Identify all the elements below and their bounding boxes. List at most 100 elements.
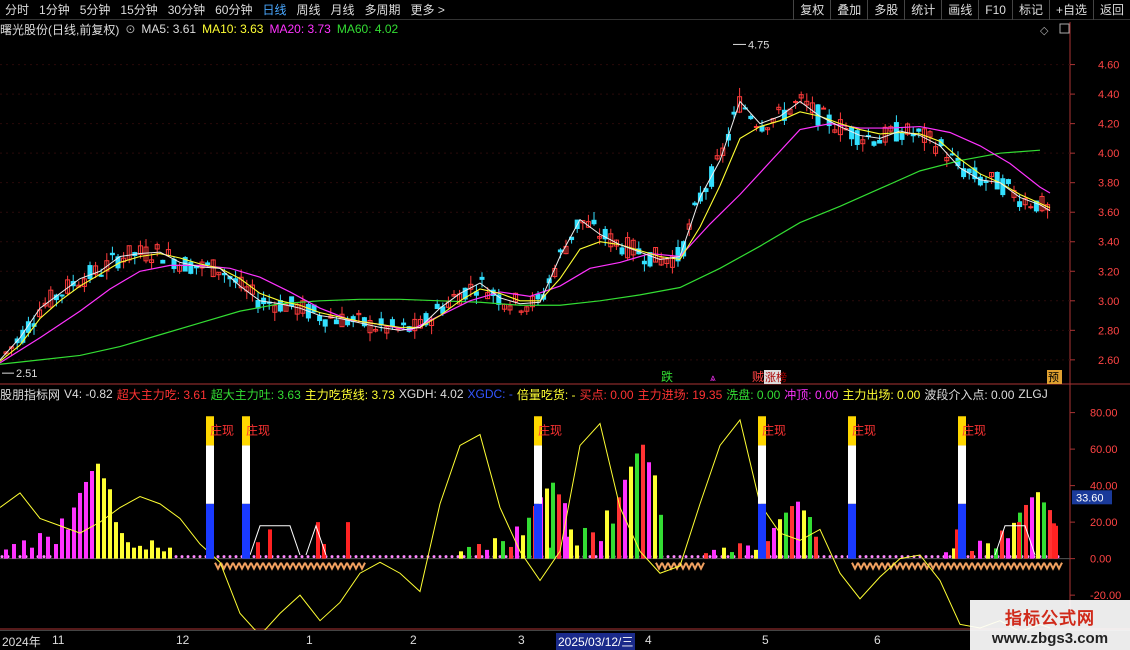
zhuangxian-yellow-0 (206, 416, 214, 446)
tool-button-4[interactable]: 画线 (941, 0, 978, 20)
zero-dot (144, 555, 148, 559)
ma20-line (0, 123, 1051, 364)
candle-body (888, 126, 894, 132)
zlgj-mark (226, 562, 234, 571)
zero-dot (390, 555, 394, 559)
zero-dot (504, 555, 508, 559)
candle-body (524, 306, 530, 312)
tool-button-7[interactable]: +自选 (1048, 0, 1093, 20)
indicator-bar (1048, 510, 1052, 559)
zero-dot (264, 555, 268, 559)
zero-dot (54, 555, 58, 559)
indicator-bar (485, 549, 489, 559)
candle-body (569, 236, 575, 241)
candle-body (81, 278, 87, 287)
candle-body (977, 176, 983, 186)
candle-body (681, 241, 687, 257)
time-tick-4: 2 (410, 633, 417, 647)
indicator-bar (54, 544, 58, 559)
zero-dot (492, 555, 496, 559)
zero-dot (402, 555, 406, 559)
indicator-name[interactable]: 股朋指标网 (0, 386, 60, 403)
tool-button-6[interactable]: 标记 (1011, 0, 1049, 20)
chart-canvas[interactable]: 2.60 2.80 3.00 3.20 3.40 3.60 3.80 4.00 4.20 4.40… (0, 0, 1130, 650)
indicator-bar (575, 545, 579, 559)
zhuangxian-blue-4 (848, 503, 856, 559)
stock-name[interactable]: 曙光股份(日线,前复权) (0, 21, 119, 38)
candle-body (1045, 204, 1051, 211)
tab-period-2[interactable]: 5分钟 (75, 1, 116, 18)
zhuangxian-blue-1 (242, 503, 250, 559)
indicator-info-line: 股朋指标网 V4: -0.82 超大主力吃: 3.61 超大主力吐: 3.63 主力吃… (0, 386, 1052, 402)
zero-dot (162, 555, 166, 559)
candle-body (249, 284, 255, 295)
indicator-bar (563, 503, 567, 559)
tool-button-8[interactable]: 返回 (1092, 0, 1130, 20)
zero-dot (960, 555, 964, 559)
tab-period-5[interactable]: 60分钟 (210, 1, 257, 18)
tab-period-8[interactable]: 月线 (326, 1, 360, 18)
indicator-red-bar-7 (1054, 525, 1058, 559)
tab-period-6[interactable]: 日线 (257, 1, 291, 18)
candle-body (664, 258, 670, 265)
indicator-label-3: 主力吃货线: 3.73 (304, 387, 395, 402)
indicator-bar (545, 488, 549, 559)
tab-period-3[interactable]: 15分钟 (115, 1, 162, 18)
candle-body (798, 94, 804, 99)
zlgj-mark (1049, 562, 1057, 571)
tab-period-7[interactable]: 周线 (291, 1, 325, 18)
tool-button-0[interactable]: 复权 (793, 0, 830, 20)
zhuangxian-white-2 (534, 445, 542, 504)
candle-body (720, 147, 726, 156)
zero-dot (756, 555, 760, 559)
chevron-down-icon[interactable]: ⊙ (125, 22, 135, 36)
candle-body (31, 323, 37, 327)
indicator-bar (617, 497, 621, 559)
zero-dot (642, 555, 646, 559)
tab-period-9[interactable]: 多周期 (360, 1, 406, 18)
zlgj-mark (679, 562, 687, 571)
zero-dot (204, 555, 208, 559)
white-step-line-0 (249, 525, 301, 556)
main-ytick-label-3: 3.20 (1098, 266, 1119, 278)
zero-dot (450, 555, 454, 559)
tool-button-1[interactable]: 叠加 (830, 0, 867, 20)
tab-period-10[interactable]: 更多 > (406, 1, 450, 18)
tool-button-3[interactable]: 统计 (904, 0, 941, 20)
zero-dot (180, 555, 184, 559)
candle-body (602, 228, 608, 240)
tool-buttons: 复权 叠加 多股 统计 画线 F10 标记 +自选 返回 (793, 0, 1130, 20)
zero-dot (240, 555, 244, 559)
tab-period-1[interactable]: 1分钟 (34, 1, 75, 18)
candle-body (669, 255, 675, 268)
zlgj-mark (1037, 562, 1045, 571)
candle-body (1005, 179, 1011, 185)
zhulijinchang-bar (1052, 523, 1056, 559)
zero-dot (840, 555, 844, 559)
candle-body (809, 102, 815, 114)
tool-button-2[interactable]: 多股 (867, 0, 904, 20)
zero-dot (948, 555, 952, 559)
tool-button-5[interactable]: F10 (978, 0, 1012, 20)
candle-body (686, 223, 692, 230)
indicator-bar (802, 510, 806, 559)
zlgj-mark (262, 562, 270, 571)
ma10-line (0, 111, 1051, 362)
tab-period-0[interactable]: 分时 (0, 1, 34, 18)
zero-dot (864, 555, 868, 559)
zero-dot (576, 555, 580, 559)
zlgj-mark (1007, 562, 1015, 571)
indicator-bar (970, 550, 974, 559)
candle-body (815, 104, 821, 126)
zero-dot (102, 555, 106, 559)
time-tick-5: 3 (518, 633, 525, 647)
zlgj-mark (989, 562, 997, 571)
indicator-bar (150, 540, 154, 559)
zero-dot (324, 555, 328, 559)
zero-dot (972, 555, 976, 559)
zhuangxian-blue-0 (206, 503, 214, 559)
zero-dot (438, 555, 442, 559)
indicator-bar (569, 529, 573, 559)
zero-dot (900, 555, 904, 559)
tab-period-4[interactable]: 30分钟 (163, 1, 210, 18)
